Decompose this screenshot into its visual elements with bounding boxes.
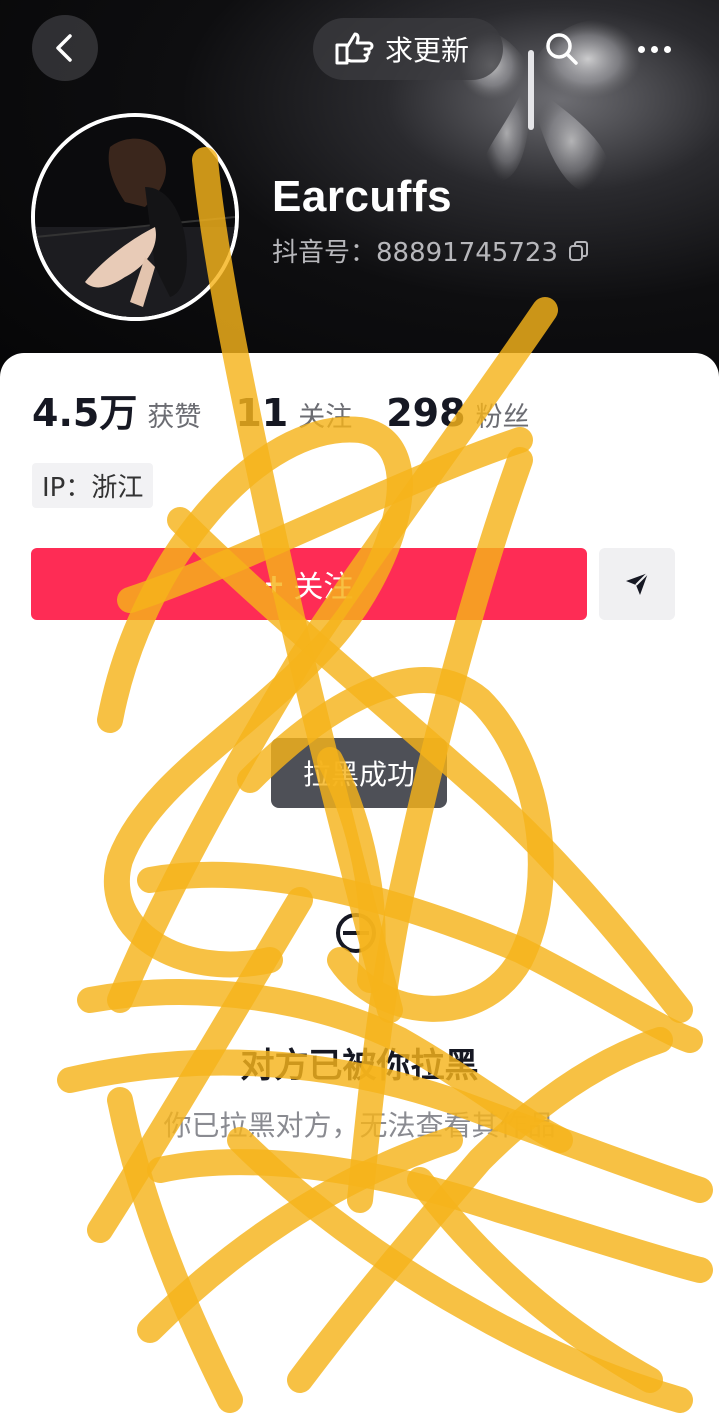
following-count[interactable]: 11 xyxy=(235,391,288,435)
more-button[interactable] xyxy=(622,18,686,80)
likes-count[interactable]: 4.5万 xyxy=(32,382,137,437)
follow-label: 关注 xyxy=(293,570,354,605)
avatar[interactable] xyxy=(31,113,239,321)
profile-card xyxy=(0,353,719,1422)
back-button[interactable] xyxy=(32,15,98,81)
douyin-id[interactable]: 抖音号：88891745723 xyxy=(272,232,590,269)
search-icon xyxy=(546,33,578,65)
ip-location-tag: IP：浙江 xyxy=(32,463,154,508)
plus-icon: + xyxy=(264,565,284,602)
back-arrow-icon xyxy=(56,34,72,62)
likes-label[interactable]: 获赞 xyxy=(147,395,201,434)
send-message-button[interactable] xyxy=(599,548,675,620)
profile-stats: 4.5万 获赞 11 关注 298 粉丝 xyxy=(32,382,564,437)
blocked-title: 对方已被你拉黑 xyxy=(240,1046,479,1086)
block-success-toast: 拉黑成功 xyxy=(271,738,447,808)
followers-label[interactable]: 粉丝 xyxy=(476,395,530,434)
blocked-subtitle: 你已拉黑对方，无法查看其作品 xyxy=(163,1109,556,1142)
avatar-image xyxy=(35,117,235,317)
following-label[interactable]: 关注 xyxy=(298,395,352,434)
request-update-label: 求更新 xyxy=(385,34,470,67)
copy-icon[interactable] xyxy=(568,240,590,262)
blocked-icon xyxy=(336,913,376,953)
request-update-button[interactable]: 求更新 xyxy=(313,18,503,80)
search-button[interactable] xyxy=(530,18,594,80)
send-icon xyxy=(626,572,649,595)
profile-nickname: Earcuffs xyxy=(272,172,453,221)
douyin-id-text: 抖音号：88891745723 xyxy=(272,238,558,268)
follow-button[interactable]: + 关注 xyxy=(31,548,587,620)
hand-point-icon xyxy=(335,32,374,65)
more-icon xyxy=(637,45,645,53)
followers-count[interactable]: 298 xyxy=(386,391,465,435)
